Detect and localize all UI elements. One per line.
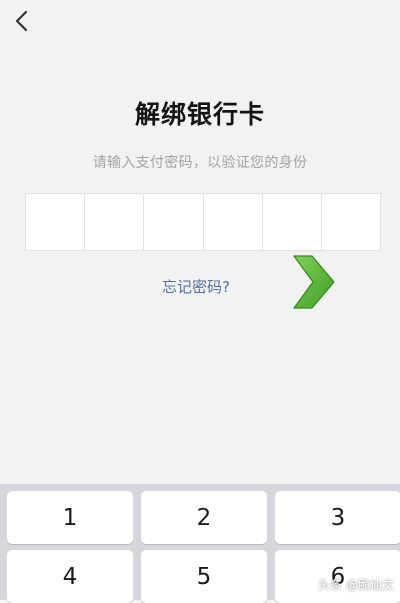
green-arrow-right-icon (293, 255, 335, 309)
chevron-left-icon (15, 10, 28, 32)
page-title: 解绑银行卡 (134, 100, 265, 129)
password-digit-box[interactable] (26, 194, 86, 250)
key-4[interactable]: 4 (7, 550, 133, 603)
watermark-text: 头条 @脆仙文 (318, 578, 394, 592)
page-subtitle: 请输入支付密码，以验证您的身份 (92, 155, 308, 171)
password-digit-box[interactable] (85, 194, 145, 250)
watermark-logo-icon (301, 579, 316, 590)
key-1[interactable]: 1 (7, 491, 133, 544)
key-2[interactable]: 2 (141, 491, 267, 544)
password-digit-box[interactable] (322, 194, 380, 250)
back-button[interactable] (10, 8, 34, 36)
forgot-password-link[interactable]: 忘记密码? (162, 276, 230, 297)
watermark: 头条 @脆仙文 (301, 576, 394, 593)
key-3[interactable]: 3 (275, 491, 400, 544)
password-digit-box[interactable] (263, 194, 322, 250)
key-5[interactable]: 5 (141, 550, 267, 603)
password-input[interactable] (25, 193, 381, 251)
password-digit-box[interactable] (204, 194, 263, 250)
password-digit-box[interactable] (144, 194, 204, 250)
